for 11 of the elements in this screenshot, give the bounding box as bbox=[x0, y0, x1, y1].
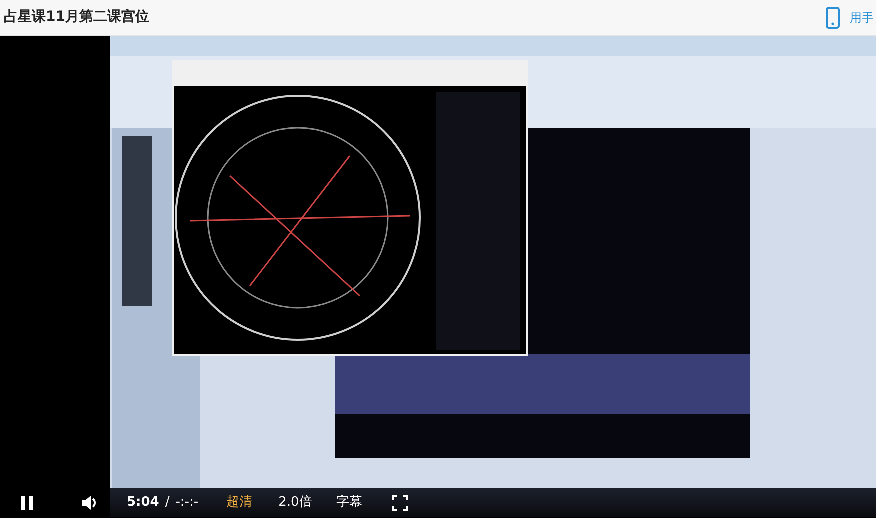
quality-button[interactable]: 超清 bbox=[226, 493, 253, 513]
video-title: 占星课11月第二课宫位 bbox=[4, 8, 150, 27]
pause-button[interactable] bbox=[18, 494, 36, 512]
volume-icon[interactable] bbox=[81, 494, 99, 512]
speed-button[interactable]: 2.0倍 bbox=[278, 493, 312, 513]
fullscreen-icon[interactable] bbox=[392, 495, 408, 511]
time-separator: / bbox=[165, 494, 170, 512]
duration: -:-:- bbox=[176, 494, 199, 512]
subtitles-button[interactable]: 字幕 bbox=[336, 493, 362, 513]
current-time: 5:04 bbox=[127, 494, 160, 512]
phone-icon[interactable] bbox=[826, 6, 840, 28]
